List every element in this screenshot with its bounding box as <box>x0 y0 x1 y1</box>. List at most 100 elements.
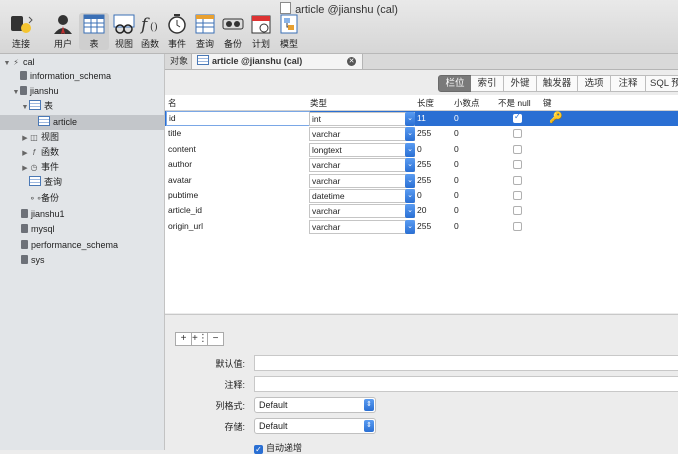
table-row[interactable]: avatar varchar ⌄ 255 0 <box>165 173 678 188</box>
not-null-checkbox[interactable] <box>513 191 522 200</box>
field-length[interactable]: 0 <box>417 144 422 154</box>
segment-options[interactable]: 选项 <box>578 75 611 92</box>
table-row[interactable]: id int ⌄ 11 0 🔑 <box>165 111 678 127</box>
field-type-select[interactable]: varchar ⌄ <box>309 219 415 234</box>
table-row[interactable]: origin_url varchar ⌄ 255 0 <box>165 219 678 234</box>
field-length[interactable]: 0 <box>417 190 422 200</box>
field-length[interactable]: 255 <box>417 175 431 185</box>
toolbar-function-button[interactable]: f() 函数 <box>135 13 165 50</box>
storage-select[interactable]: Default ⇕ <box>254 418 376 434</box>
field-length[interactable]: 255 <box>417 221 431 231</box>
chevron-down-icon[interactable]: ⌄ <box>405 112 415 126</box>
chevron-down-icon[interactable]: ⌄ <box>405 142 415 157</box>
primary-key-icon[interactable]: 🔑 <box>549 111 563 124</box>
tree-db-performance-schema[interactable]: performance_schema <box>0 238 185 253</box>
auto-increment-checkbox[interactable]: ✓ 自动递增 <box>254 441 302 454</box>
chevron-down-icon[interactable]: ⌄ <box>405 219 415 234</box>
disclosure-closed-icon[interactable]: ▶ <box>21 146 29 161</box>
toolbar-table-button[interactable]: 表 <box>79 13 109 50</box>
tab-objects[interactable]: 对象 <box>165 54 193 69</box>
not-null-checkbox[interactable] <box>513 206 522 216</box>
chevron-down-icon[interactable]: ⌄ <box>405 127 415 142</box>
segment-indexes[interactable]: 索引 <box>471 75 504 92</box>
toolbar-event-button[interactable]: 事件 <box>162 13 192 50</box>
toolbar-model-button[interactable]: 模型 <box>274 13 304 50</box>
table-row[interactable]: author varchar ⌄ 255 0 <box>165 157 678 173</box>
field-type-select[interactable]: varchar ⌄ <box>309 173 415 188</box>
field-name[interactable]: article_id <box>168 205 202 215</box>
field-decimals[interactable]: 0 <box>454 221 459 231</box>
tree-tables-group[interactable]: ▼ 表 <box>0 99 185 114</box>
field-name[interactable]: pubtime <box>168 190 198 200</box>
add-field-button[interactable]: + <box>176 333 192 345</box>
field-decimals[interactable]: 0 <box>454 190 459 200</box>
field-length[interactable]: 255 <box>417 159 431 169</box>
column-format-select[interactable]: Default ⇕ <box>254 397 376 413</box>
chevron-down-icon[interactable]: ⌄ <box>405 173 415 188</box>
header-length[interactable]: 长度 <box>417 97 434 109</box>
field-type-select[interactable]: int ⌄ <box>309 112 415 126</box>
header-type[interactable]: 类型 <box>310 97 327 109</box>
tree-views-group[interactable]: ▶ ◫ 视图 <box>0 130 185 145</box>
segment-fields[interactable]: 栏位 <box>438 75 472 92</box>
default-value-input[interactable] <box>254 355 678 371</box>
toolbar-user-button[interactable]: 用户 <box>48 13 78 50</box>
toolbar-connection-button[interactable]: 连接 <box>6 13 36 50</box>
segment-sql-preview[interactable]: SQL 预 <box>646 75 678 92</box>
tree-db-jianshu[interactable]: ▼ jianshu <box>0 84 176 99</box>
field-length[interactable]: 20 <box>417 205 426 215</box>
field-type-select[interactable]: longtext ⌄ <box>309 142 415 157</box>
toolbar-backup-button[interactable]: 备份 <box>218 13 248 50</box>
field-name[interactable]: avatar <box>168 175 192 185</box>
field-decimals[interactable]: 0 <box>454 175 459 185</box>
field-type-select[interactable]: varchar ⌄ <box>309 127 415 142</box>
not-null-checkbox[interactable] <box>513 160 522 170</box>
segment-comment[interactable]: 注释 <box>611 75 646 92</box>
insert-field-button[interactable]: +⋮ <box>192 333 208 345</box>
not-null-checkbox[interactable] <box>513 144 522 154</box>
segment-triggers[interactable]: 触发器 <box>537 75 578 92</box>
field-type-select[interactable]: datetime ⌄ <box>309 189 415 203</box>
tree-events-group[interactable]: ▶ ◷ 事件 <box>0 160 185 175</box>
toolbar-query-button[interactable]: 查询 <box>190 13 220 50</box>
chevron-down-icon[interactable]: ⌄ <box>405 204 415 219</box>
tree-connection-cal[interactable]: ▼ ⚡ cal <box>0 55 167 70</box>
close-icon[interactable]: ✕ <box>347 57 356 66</box>
disclosure-open-icon[interactable]: ▼ <box>12 85 20 100</box>
tree-db-jianshu1[interactable]: jianshu1 <box>0 207 185 222</box>
table-row[interactable]: article_id varchar ⌄ 20 0 <box>165 203 678 219</box>
tree-db-mysql[interactable]: mysql <box>0 222 185 237</box>
tab-article[interactable]: article @jianshu (cal) ✕ <box>191 54 363 69</box>
field-length[interactable]: 11 <box>417 113 426 123</box>
chevron-updown-icon[interactable]: ⇕ <box>364 420 374 432</box>
field-length[interactable]: 255 <box>417 128 431 138</box>
chevron-down-icon[interactable]: ⌄ <box>405 189 415 203</box>
field-name[interactable]: content <box>168 144 196 154</box>
segment-foreign-keys[interactable]: 外键 <box>504 75 537 92</box>
tree-db-sys[interactable]: sys <box>0 253 185 268</box>
field-name[interactable]: title <box>168 128 181 138</box>
field-decimals[interactable]: 0 <box>454 205 459 215</box>
table-row[interactable]: content longtext ⌄ 0 0 <box>165 142 678 157</box>
not-null-checkbox[interactable] <box>513 175 522 185</box>
field-decimals[interactable]: 0 <box>454 159 459 169</box>
not-null-checkbox[interactable] <box>513 221 522 231</box>
field-name[interactable]: origin_url <box>168 221 203 231</box>
header-decimals[interactable]: 小数点 <box>454 97 480 109</box>
field-decimals[interactable]: 0 <box>454 128 459 138</box>
field-decimals[interactable]: 0 <box>454 144 459 154</box>
field-name[interactable]: author <box>168 159 192 169</box>
tree-table-article[interactable]: article <box>0 115 164 130</box>
delete-field-button[interactable]: − <box>208 333 223 345</box>
disclosure-closed-icon[interactable]: ▶ <box>21 131 29 146</box>
table-row[interactable]: title varchar ⌄ 255 0 <box>165 126 678 142</box>
not-null-checkbox[interactable] <box>513 129 522 139</box>
comment-input[interactable] <box>254 376 678 392</box>
field-decimals[interactable]: 0 <box>454 113 459 123</box>
not-null-checkbox[interactable] <box>513 112 522 123</box>
header-key[interactable]: 键 <box>543 97 552 109</box>
chevron-updown-icon[interactable]: ⇕ <box>364 399 374 411</box>
disclosure-closed-icon[interactable]: ▶ <box>21 161 29 176</box>
tree-db-information-schema[interactable]: information_schema <box>0 69 176 84</box>
field-type-select[interactable]: varchar ⌄ <box>309 204 415 219</box>
